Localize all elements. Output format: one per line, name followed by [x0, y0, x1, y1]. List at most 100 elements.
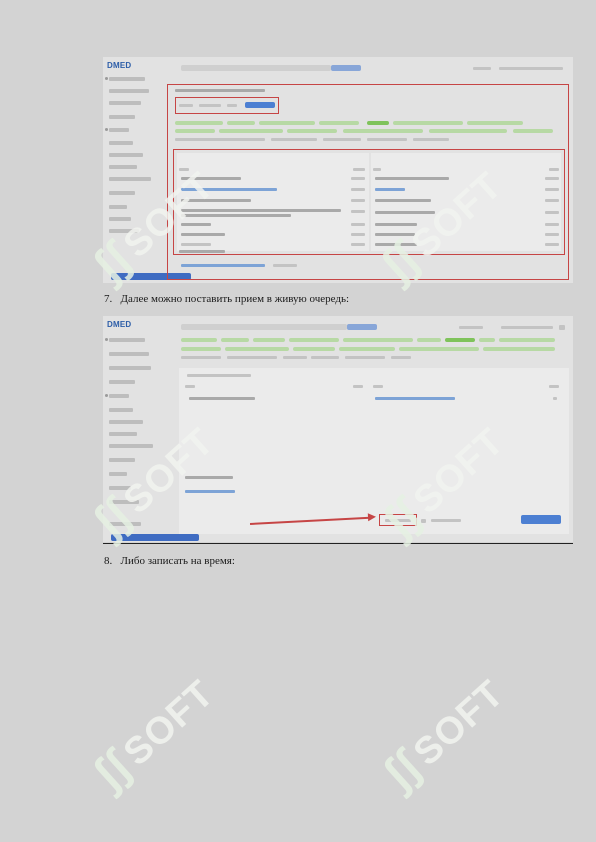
table-row: [545, 188, 559, 191]
sidebar-item[interactable]: [109, 408, 133, 412]
table-header: [549, 168, 559, 171]
table-row: [545, 233, 559, 236]
table-row[interactable]: [375, 177, 449, 180]
sidebar-item[interactable]: [109, 115, 135, 119]
sidebar-item[interactable]: [109, 77, 145, 81]
dmed-logo: DMED: [107, 320, 132, 329]
sidebar-item[interactable]: [109, 338, 145, 342]
sidebar-item[interactable]: [109, 101, 141, 105]
sidebar-item[interactable]: [109, 191, 135, 195]
account-info: [499, 67, 563, 70]
tab[interactable]: [199, 104, 221, 107]
filter-chip[interactable]: [287, 129, 337, 133]
users-icon: [105, 128, 108, 131]
sidebar-item[interactable]: [109, 153, 143, 157]
filter-chip[interactable]: [221, 338, 249, 342]
sidebar-item[interactable]: [109, 128, 129, 132]
table-row: [351, 177, 365, 180]
sidebar-item[interactable]: [109, 432, 137, 436]
sidebar-item[interactable]: [109, 177, 151, 181]
account-info: [501, 326, 553, 329]
filter-chip[interactable]: [483, 347, 555, 351]
filter-chip[interactable]: [345, 356, 385, 359]
table-row[interactable]: [181, 233, 225, 236]
filter-chip[interactable]: [417, 338, 441, 342]
search-button[interactable]: [331, 65, 361, 71]
filter-chip[interactable]: [391, 356, 411, 359]
filter-chip[interactable]: [175, 121, 223, 125]
filter-chip[interactable]: [367, 138, 407, 141]
filter-chip[interactable]: [181, 347, 221, 351]
filter-chip[interactable]: [399, 347, 479, 351]
filter-chip[interactable]: [343, 129, 423, 133]
user-menu[interactable]: [473, 67, 491, 70]
filter-chip[interactable]: [181, 338, 217, 342]
filter-chip[interactable]: [467, 121, 523, 125]
home-icon: [105, 77, 108, 80]
filter-chip[interactable]: [175, 138, 265, 141]
filter-chip[interactable]: [429, 129, 507, 133]
sidebar-item[interactable]: [109, 205, 127, 209]
filter-chip-active[interactable]: [445, 338, 475, 342]
filter-chip[interactable]: [513, 129, 553, 133]
tab-active[interactable]: [245, 102, 275, 108]
filter-chip[interactable]: [219, 129, 283, 133]
dmed-logo: DMED: [107, 61, 132, 70]
filter-chip[interactable]: [293, 347, 335, 351]
table-row[interactable]: [189, 397, 255, 400]
filter-chip[interactable]: [343, 338, 413, 342]
table-row[interactable]: [375, 199, 431, 202]
step-7-caption: 7. Далее можно поставить прием в живую о…: [104, 293, 349, 305]
sidebar-item[interactable]: [109, 444, 153, 448]
filter-chip[interactable]: [479, 338, 495, 342]
filter-chip[interactable]: [319, 121, 359, 125]
filter-chip[interactable]: [289, 338, 339, 342]
filter-chip[interactable]: [323, 138, 361, 141]
table-row[interactable]: [181, 243, 211, 246]
filter-chip[interactable]: [393, 121, 463, 125]
table-row[interactable]: [375, 188, 405, 191]
filter-chip[interactable]: [339, 347, 395, 351]
users-icon: [105, 394, 108, 397]
search-input[interactable]: [181, 65, 331, 71]
tab[interactable]: [227, 104, 237, 107]
sidebar-item[interactable]: [109, 366, 151, 370]
filter-chip[interactable]: [311, 356, 339, 359]
footer-link[interactable]: [273, 264, 297, 267]
search-input[interactable]: [181, 324, 347, 330]
table-row[interactable]: [375, 397, 455, 400]
filter-chip[interactable]: [253, 338, 285, 342]
table-row: [351, 199, 365, 202]
filter-chip[interactable]: [499, 338, 555, 342]
sidebar-item[interactable]: [109, 420, 143, 424]
step-7-text: Далее можно поставить прием в живую очер…: [120, 293, 350, 305]
filter-chip[interactable]: [225, 347, 289, 351]
sidebar-item[interactable]: [109, 394, 129, 398]
selected-service-link[interactable]: [185, 490, 235, 493]
panel-title: [187, 374, 251, 377]
sidebar-item[interactable]: [109, 89, 149, 93]
notifications-icon[interactable]: [559, 325, 565, 330]
step-8-text: Либо записать на время:: [120, 555, 235, 567]
sidebar-item[interactable]: [109, 458, 135, 462]
filter-chip[interactable]: [181, 356, 221, 359]
tab[interactable]: [179, 104, 193, 107]
user-menu[interactable]: [459, 326, 483, 329]
filter-chip[interactable]: [227, 121, 255, 125]
filter-chip[interactable]: [259, 121, 315, 125]
sidebar-item[interactable]: [109, 380, 135, 384]
remove-icon[interactable]: [553, 397, 557, 400]
filter-chip[interactable]: [175, 129, 215, 133]
filter-chip[interactable]: [413, 138, 449, 141]
table-header: [353, 168, 365, 171]
search-button[interactable]: [347, 324, 377, 330]
filter-chip[interactable]: [283, 356, 307, 359]
filter-chip[interactable]: [271, 138, 317, 141]
filter-chip[interactable]: [227, 356, 277, 359]
footer-link[interactable]: [181, 264, 265, 267]
filter-chip-active[interactable]: [367, 121, 389, 125]
sidebar-item[interactable]: [109, 141, 133, 145]
book-appointment-button[interactable]: [521, 515, 561, 524]
sidebar-item[interactable]: [109, 165, 137, 169]
sidebar-item[interactable]: [109, 352, 149, 356]
